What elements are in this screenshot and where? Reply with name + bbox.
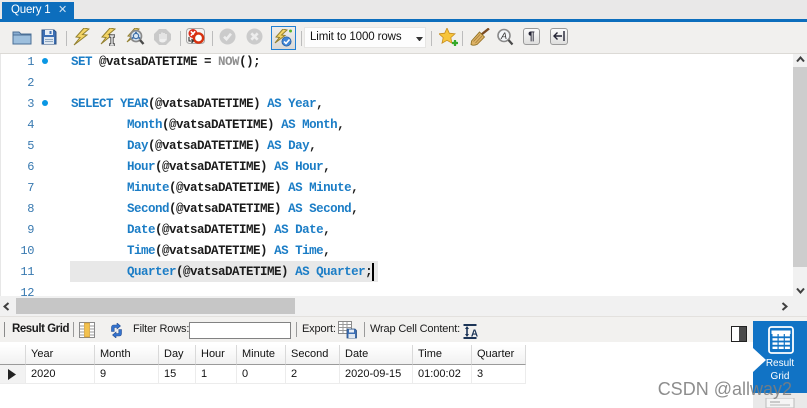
svg-text:A: A <box>500 31 507 41</box>
svg-text:A: A <box>471 329 478 340</box>
